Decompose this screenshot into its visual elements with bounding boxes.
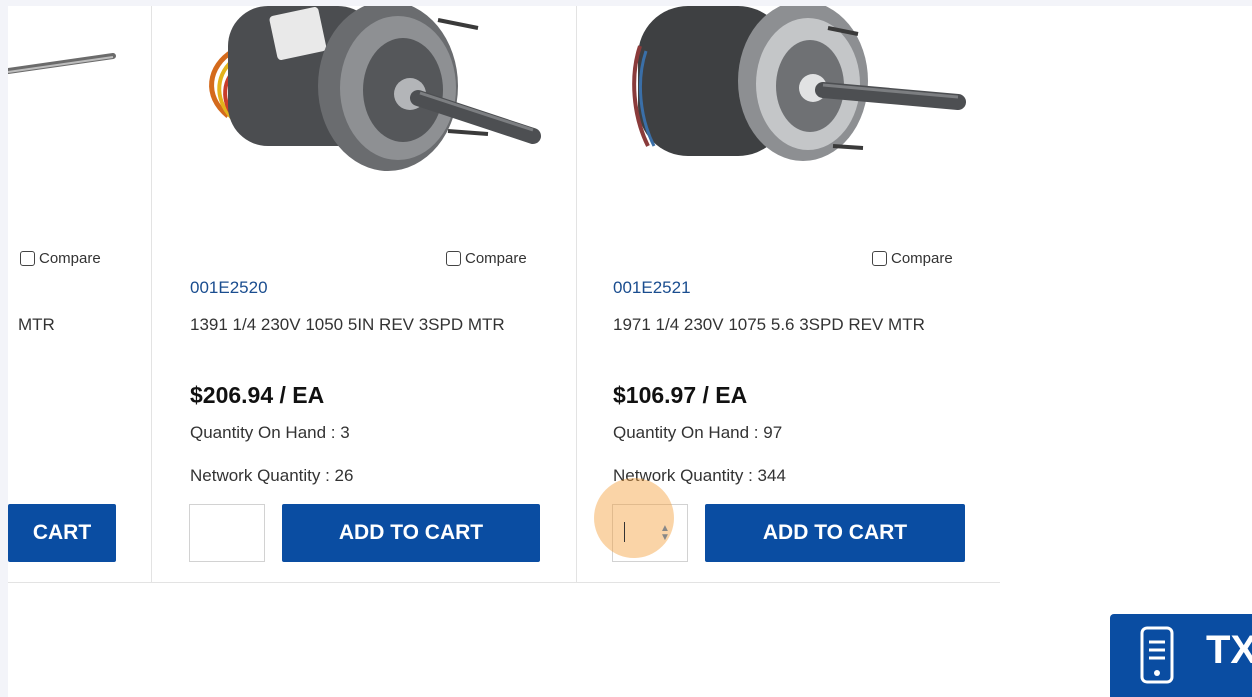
add-to-cart-button-3[interactable]: ADD TO CART — [705, 504, 965, 562]
product-price: $206.94 / EA — [190, 382, 325, 408]
text-us-badge[interactable]: TX — [1110, 614, 1252, 697]
checkbox-icon[interactable] — [446, 251, 461, 266]
product-description: 1391 1/4 230V 1050 5IN REV 3SPD MTR — [190, 315, 505, 334]
quantity-on-hand: Quantity On Hand : 3 — [190, 423, 350, 442]
quantity-on-hand: Quantity On Hand : 97 — [613, 423, 783, 442]
add-to-cart-button-1[interactable]: CART — [8, 504, 116, 562]
text-caret — [624, 522, 625, 542]
compare-label: Compare — [465, 250, 527, 267]
network-quantity: Network Quantity : 26 — [190, 466, 354, 485]
card-divider — [576, 6, 577, 582]
compare-label: Compare — [891, 250, 953, 267]
phone-icon — [1140, 626, 1174, 684]
card-divider — [151, 6, 152, 582]
product-grid: Compare MTR CART Compare 001E2520 1391 1… — [8, 6, 1252, 697]
checkbox-icon[interactable] — [872, 251, 887, 266]
product-image-3[interactable] — [628, 6, 968, 176]
add-to-cart-button-2[interactable]: ADD TO CART — [282, 504, 540, 562]
grid-bottom-border — [8, 582, 1000, 583]
compare-checkbox-2[interactable]: Compare — [446, 250, 527, 267]
product-image-1[interactable] — [8, 26, 118, 96]
cursor-highlight — [594, 478, 674, 558]
number-spinner-icon[interactable]: ▲ ▼ — [660, 524, 670, 543]
product-price: $106.97 / EA — [613, 382, 748, 408]
product-sku-link[interactable]: 001E2521 — [613, 278, 691, 298]
compare-checkbox-3[interactable]: Compare — [872, 250, 953, 267]
product-image-2[interactable] — [188, 6, 548, 206]
badge-text: TX — [1206, 628, 1252, 672]
quantity-input[interactable] — [189, 504, 265, 562]
compare-checkbox-1[interactable]: Compare — [20, 250, 101, 267]
product-description: 1971 1/4 230V 1075 5.6 3SPD REV MTR — [613, 315, 925, 334]
product-sku-link[interactable]: 001E2520 — [190, 278, 268, 298]
compare-label: Compare — [39, 250, 101, 267]
checkbox-icon[interactable] — [20, 251, 35, 266]
